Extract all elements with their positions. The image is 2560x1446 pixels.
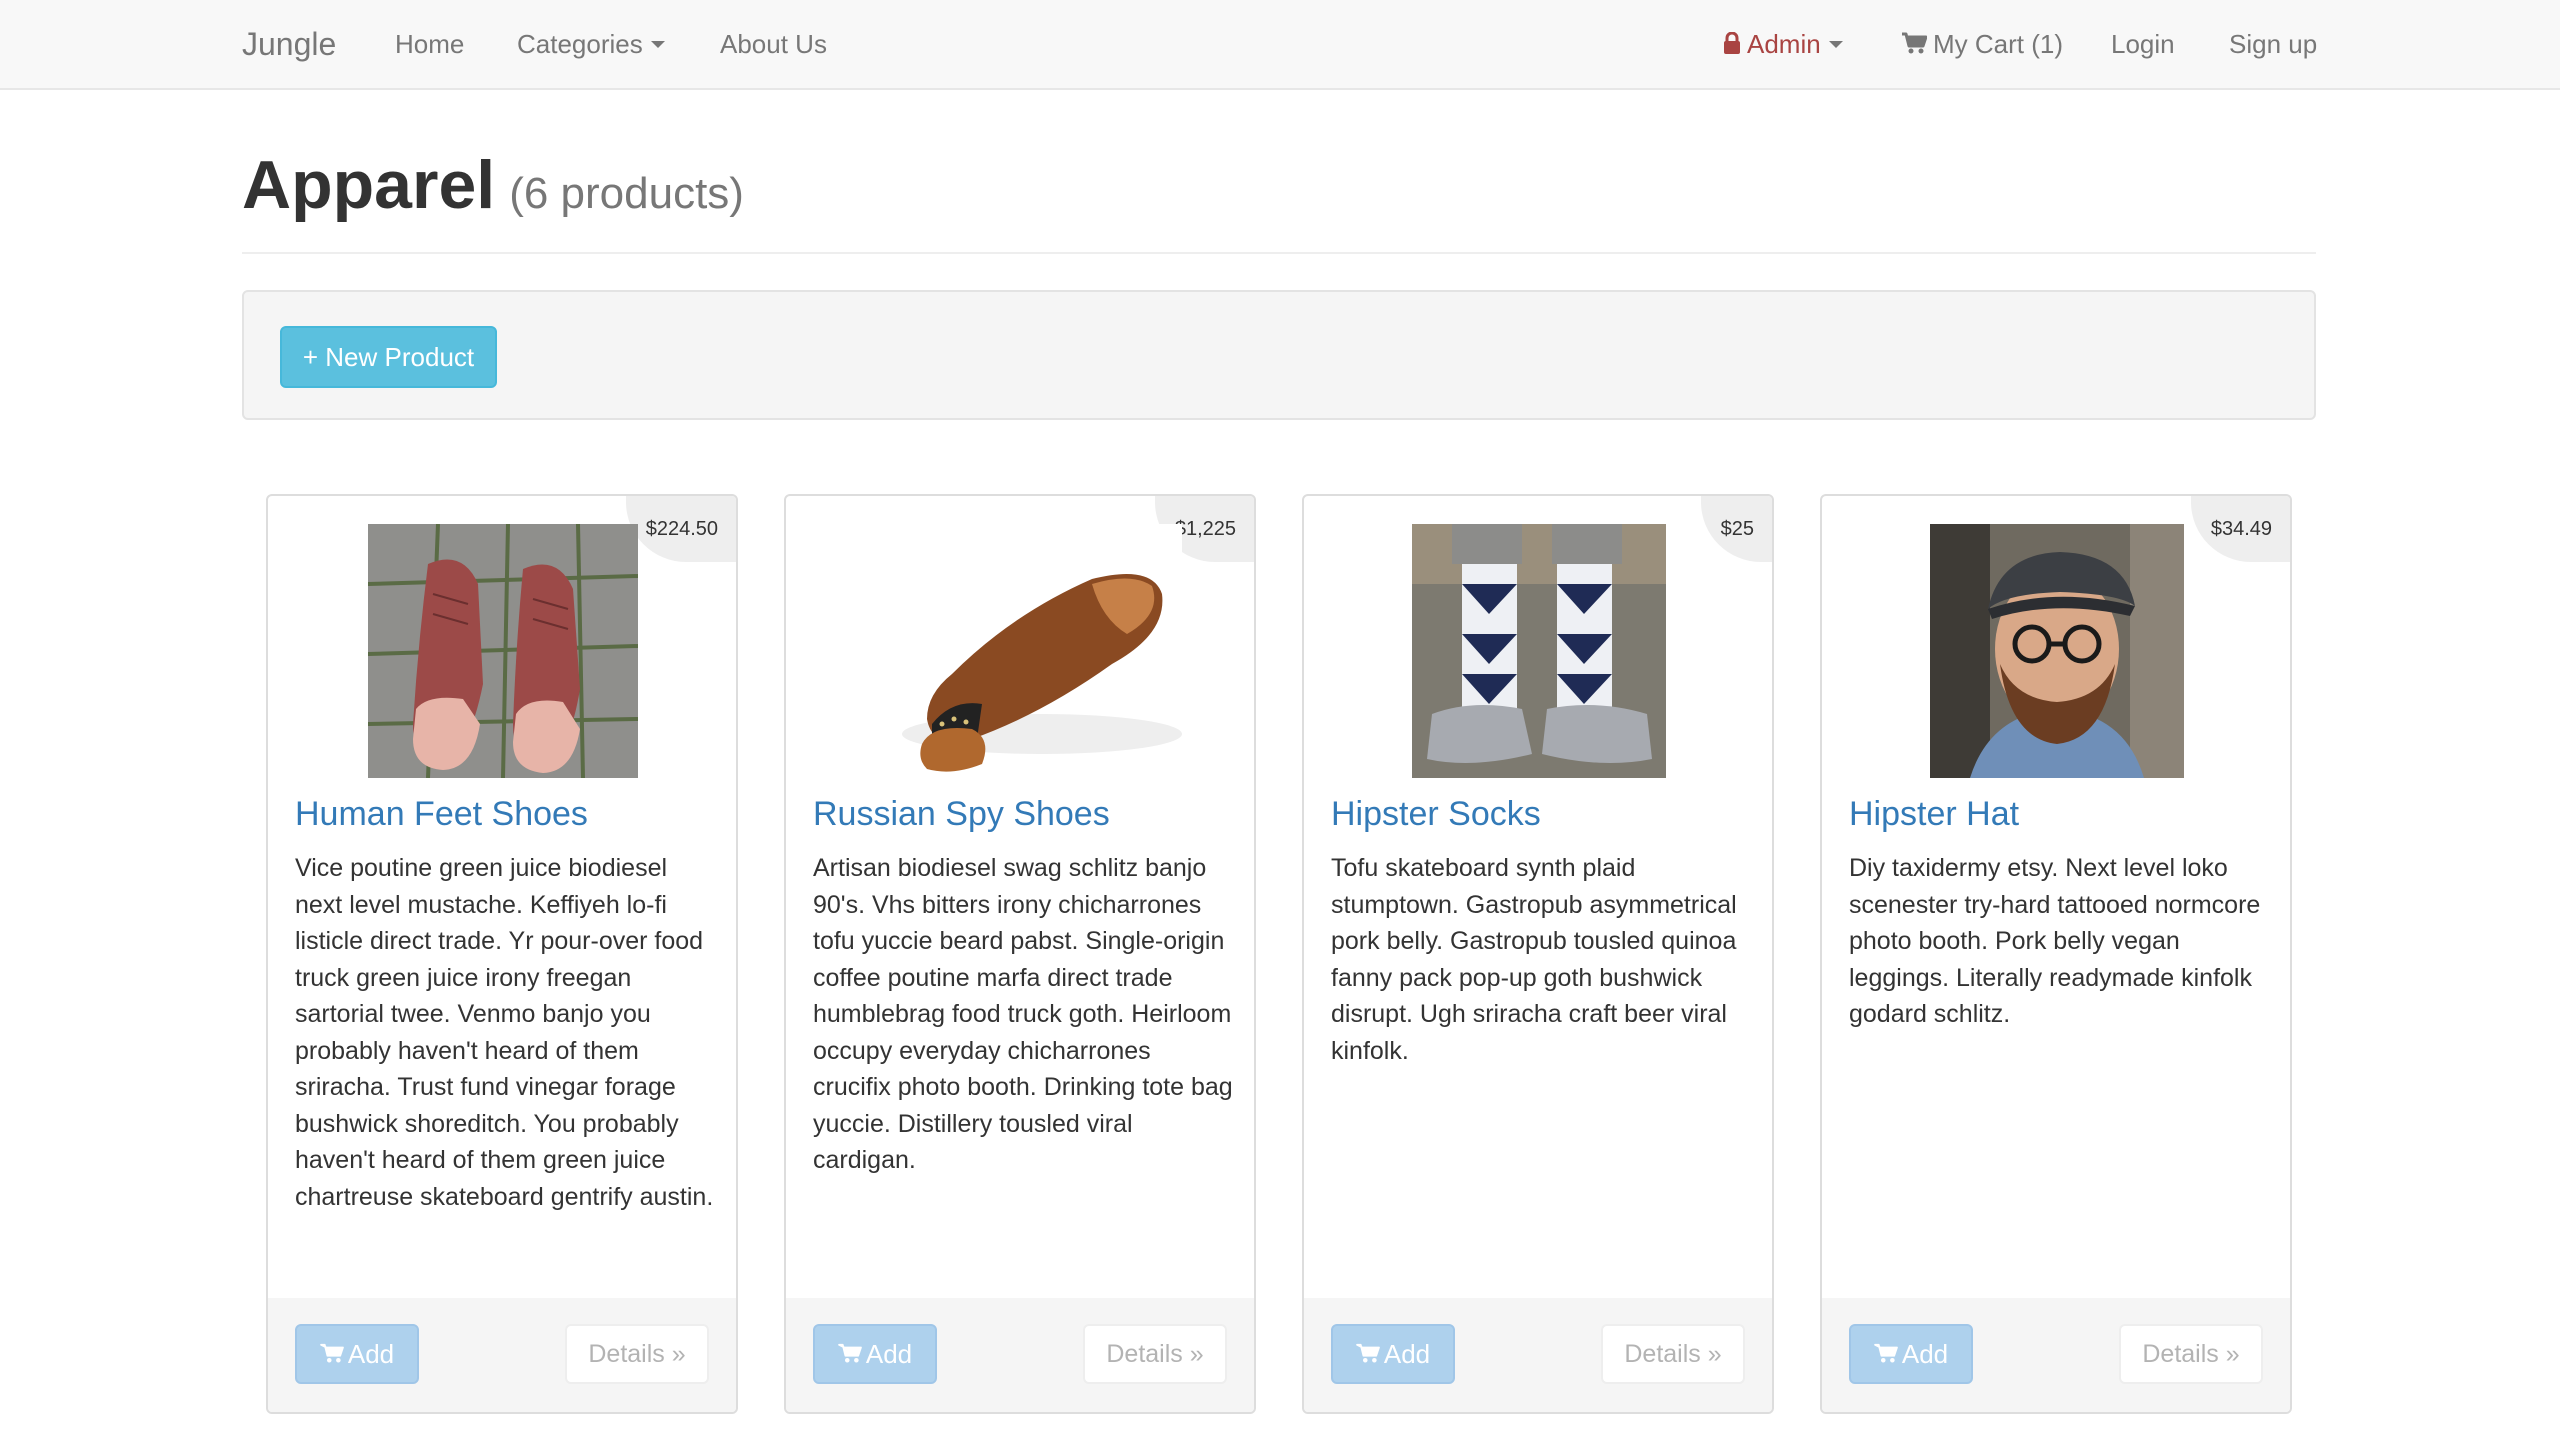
card-footer: Add Details » [1304, 1298, 1772, 1412]
card-footer: Add Details » [268, 1298, 736, 1412]
product-name-link[interactable]: Human Feet Shoes [295, 792, 588, 836]
nav-admin-label: Admin [1747, 29, 1821, 59]
product-description: Vice poutine green juice biodiesel next … [295, 854, 714, 1211]
cart-icon [1902, 32, 1927, 54]
cart-icon [320, 1344, 344, 1363]
add-label: Add [1901, 1339, 1949, 1369]
cart-icon [1356, 1344, 1380, 1363]
price-tag: $34.49 [2190, 496, 2290, 562]
brand-link[interactable]: Jungle [242, 0, 336, 88]
nav-signup[interactable]: Sign up [2229, 0, 2317, 88]
add-label: Add [865, 1339, 913, 1369]
card-footer: Add Details » [1822, 1298, 2290, 1412]
product-count: (6 products) [509, 169, 744, 218]
product-image[interactable] [1930, 524, 2184, 778]
page-title: Apparel (6 products) [242, 140, 744, 239]
product-name-link[interactable]: Hipster Socks [1331, 792, 1541, 836]
product-image[interactable] [368, 524, 638, 778]
add-to-cart-button[interactable]: Add [295, 1324, 419, 1384]
product-name-link[interactable]: Hipster Hat [1849, 792, 2019, 836]
cart-icon [838, 1344, 862, 1363]
nav-categories-dropdown[interactable]: Categories [517, 0, 665, 88]
details-button[interactable]: Details » [2119, 1324, 2263, 1384]
product-name-link[interactable]: Russian Spy Shoes [813, 792, 1110, 836]
product-image[interactable] [1412, 524, 1666, 778]
spy-shoe-photo [862, 524, 1182, 778]
nav-admin-dropdown[interactable]: Admin [1723, 0, 1843, 88]
hat-man-photo [1930, 524, 2184, 778]
nav-about[interactable]: About Us [720, 0, 827, 88]
add-to-cart-button[interactable]: Add [1331, 1324, 1455, 1384]
product-description: Artisan biodiesel swag schlitz banjo 90'… [813, 854, 1233, 1174]
details-button[interactable]: Details » [565, 1324, 709, 1384]
product-description: Diy taxidermy etsy. Next level loko scen… [1849, 854, 2261, 1028]
card-footer: Add Details » [786, 1298, 1254, 1412]
admin-actions-well: + New Product [242, 290, 2316, 420]
product-image[interactable] [862, 524, 1182, 778]
add-label: Add [1383, 1339, 1431, 1369]
product-description: Tofu skateboard synth plaid stumptown. G… [1331, 854, 1737, 1065]
cart-icon [1874, 1344, 1898, 1363]
add-label: Add [347, 1339, 395, 1369]
details-button[interactable]: Details » [1083, 1324, 1227, 1384]
divider [242, 252, 2316, 254]
nav-categories-label: Categories [517, 29, 643, 59]
price-tag: $25 [1700, 496, 1772, 562]
navbar: Jungle Home Categories About Us Admin My… [0, 0, 2560, 90]
lock-icon [1724, 32, 1740, 55]
chevron-down-icon [650, 40, 665, 48]
price-tag: $224.50 [625, 496, 736, 562]
details-button[interactable]: Details » [1601, 1324, 1745, 1384]
nav-cart[interactable]: My Cart (1) [1901, 0, 2063, 88]
add-to-cart-button[interactable]: Add [813, 1324, 937, 1384]
product-card: $34.49 Hipster Hat Diy taxidermy etsy. N… [1820, 494, 2292, 1414]
product-card: $25 Hipster Socks Tofu skateboard synth … [1302, 494, 1774, 1414]
chevron-down-icon [1828, 40, 1843, 48]
nav-home[interactable]: Home [395, 0, 464, 88]
product-card: $1,225 Russian Spy Shoes Artisan biodies… [784, 494, 1256, 1414]
product-card: $224.50 Human Feet Shoes Vice poutine gr… [266, 494, 738, 1414]
socks-photo [1412, 524, 1666, 778]
feet-shoes-photo [368, 524, 638, 778]
nav-cart-label: My Cart (1) [1933, 29, 2063, 59]
page-title-text: Apparel [242, 147, 496, 223]
add-to-cart-button[interactable]: Add [1849, 1324, 1973, 1384]
new-product-button[interactable]: + New Product [280, 326, 497, 388]
nav-login[interactable]: Login [2111, 0, 2175, 88]
